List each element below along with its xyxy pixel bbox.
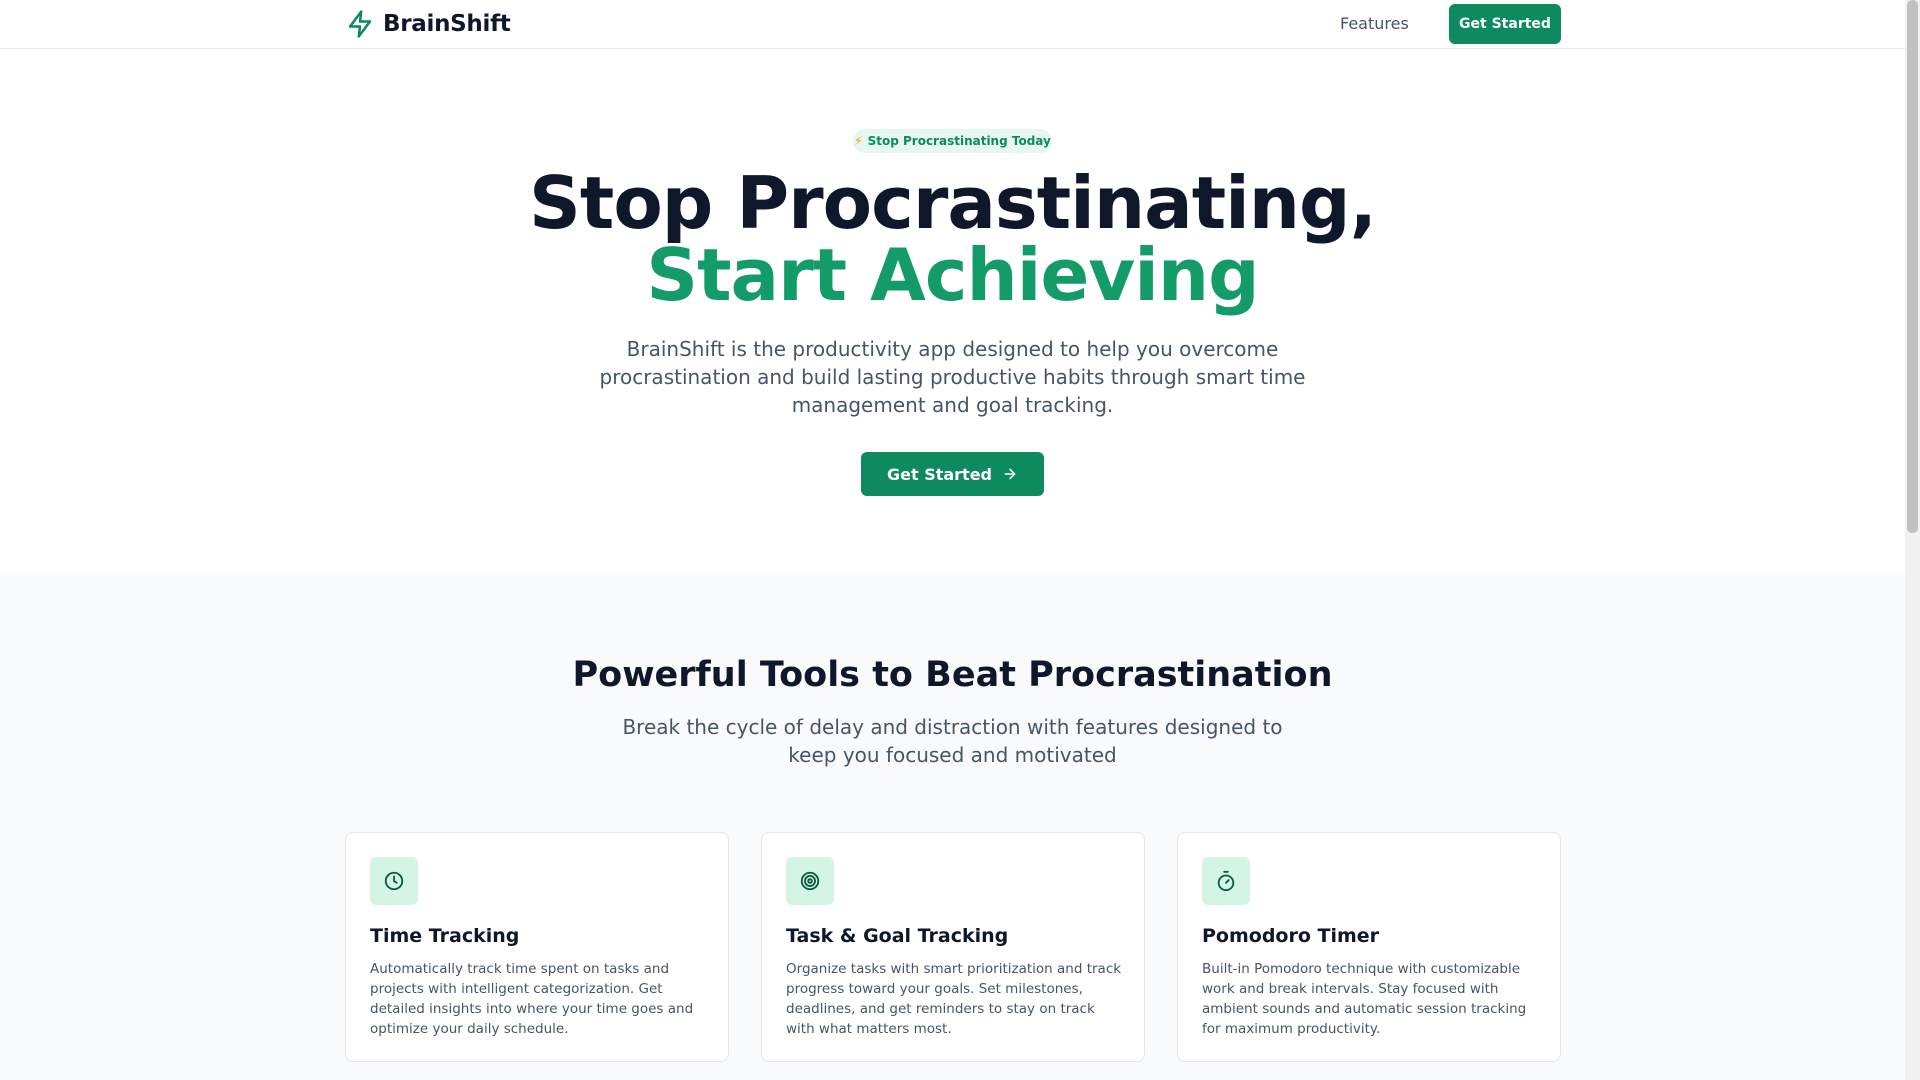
feature-card-text: Automatically track time spent on tasks … <box>370 961 694 1037</box>
feature-card-text: Built-in Pomodoro technique with customi… <box>1202 961 1527 1037</box>
features-section: Powerful Tools to Beat Procrastination B… <box>0 575 1905 1080</box>
feature-card-text: Organize tasks with smart prioritization… <box>786 961 1122 1037</box>
lightning-emoji-icon: ⚡ <box>854 134 863 148</box>
hero-title-line2: Start Achieving <box>646 233 1259 317</box>
features-subtitle: Break the cycle of delay and distraction… <box>622 715 1283 767</box>
features-title: Powerful Tools to Beat Procrastination <box>572 655 1333 695</box>
scrollbar-thumb[interactable] <box>1907 0 1918 533</box>
hero-get-started-button[interactable]: Get Started <box>861 452 1044 496</box>
hero-cta-label: Get Started <box>886 464 992 484</box>
feature-card-time-tracking: Time Tracking Automatically track time s… <box>345 832 729 1062</box>
feature-card-title: Task & Goal Tracking <box>786 925 1009 947</box>
nav-link-features[interactable]: Features <box>1340 12 1409 36</box>
hero-badge: ⚡ Stop Procrastinating Today <box>853 129 1052 153</box>
brand-name: BrainShift <box>383 11 511 37</box>
arrow-right-icon <box>1002 466 1018 482</box>
stopwatch-icon <box>1202 857 1250 905</box>
page: BrainShift Features Get Started ⚡ Stop P… <box>0 0 1905 1080</box>
hero-badge-text: Stop Procrastinating Today <box>867 134 1051 148</box>
lightning-bolt-icon <box>345 8 375 40</box>
feature-card-pomodoro-timer: Pomodoro Timer Built-in Pomodoro techniq… <box>1177 832 1561 1062</box>
vertical-scrollbar[interactable] <box>1905 0 1920 1080</box>
feature-card-title: Pomodoro Timer <box>1202 925 1380 947</box>
header-get-started-button[interactable]: Get Started <box>1449 4 1561 44</box>
hero-section: ⚡ Stop Procrastinating Today Stop Procra… <box>0 49 1905 575</box>
hero-description: BrainShift is the productivity app desig… <box>599 337 1306 417</box>
top-navbar: BrainShift Features Get Started <box>0 0 1905 49</box>
feature-card-task-goal-tracking: Task & Goal Tracking Organize tasks with… <box>761 832 1145 1062</box>
hero-title: Stop Procrastinating, Start Achieving <box>0 167 1905 311</box>
target-icon <box>786 857 834 905</box>
brand-logo[interactable]: BrainShift <box>345 7 511 41</box>
clock-icon <box>370 857 418 905</box>
feature-card-title: Time Tracking <box>370 925 520 947</box>
